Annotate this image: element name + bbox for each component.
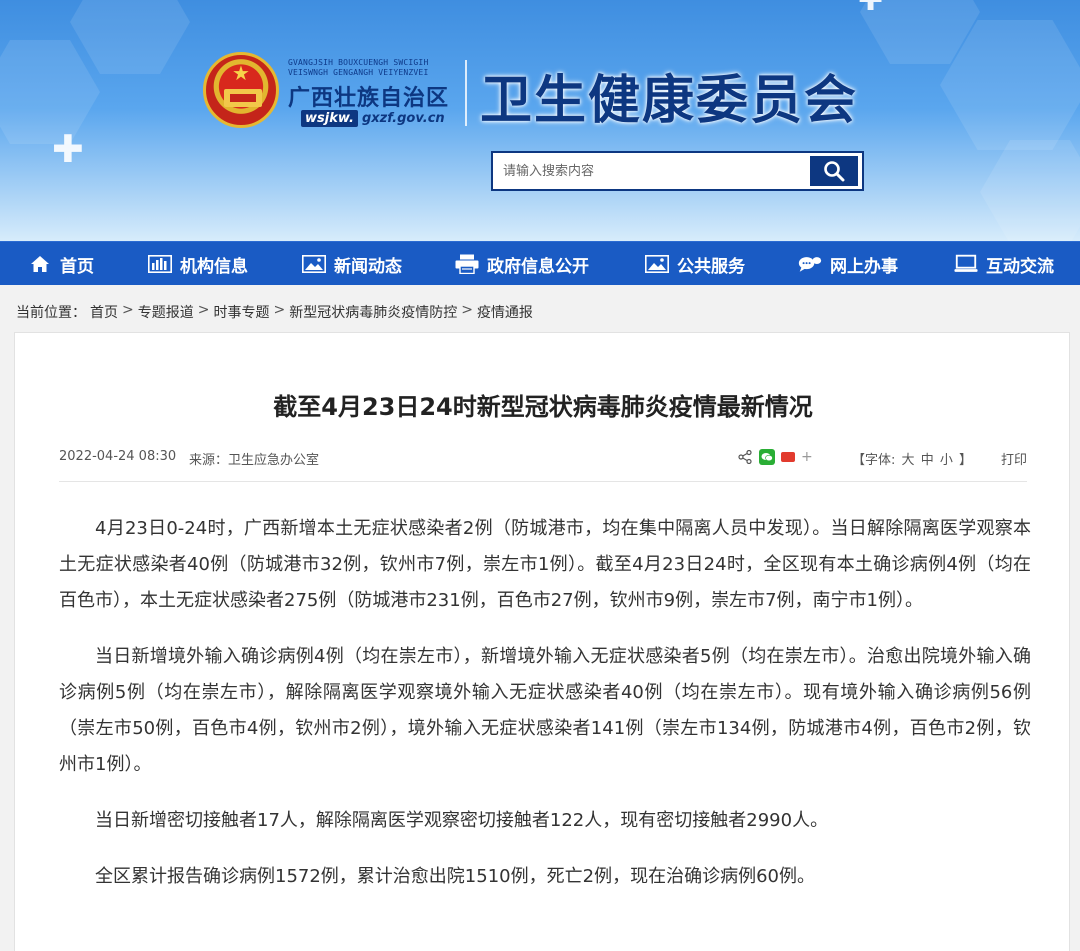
- nav-item-interaction[interactable]: 互动交流: [954, 242, 1054, 286]
- article-paragraph: 当日新增境外输入确诊病例4例（均在崇左市），新增境外输入无症状感染者5例（均在崇…: [59, 646, 1031, 775]
- search-button[interactable]: [810, 156, 858, 186]
- breadcrumb: 当前位置： 首页 > 专题报道 > 时事专题 > 新型冠状病毒肺炎疫情防控 > …: [16, 302, 533, 322]
- chat-icon: [798, 253, 822, 275]
- meta-divider: [59, 481, 1027, 482]
- article-card: 截至4月23日24时新型冠状病毒肺炎疫情最新情况 2022-04-24 08:3…: [14, 332, 1070, 951]
- decorative-hexagon: [70, 0, 190, 74]
- monitor-icon: [954, 253, 978, 275]
- nav-label: 互动交流: [986, 256, 1054, 277]
- nav-label: 机构信息: [180, 256, 248, 277]
- nav-item-public-service[interactable]: 公共服务: [645, 242, 745, 286]
- nav-item-online-service[interactable]: 网上办事: [798, 242, 898, 286]
- font-size-small-button[interactable]: 小: [940, 453, 953, 468]
- search-bar: [491, 151, 864, 191]
- header-banner: ✚ ✚ ★ GVANGJSIH BOUXCUENGH SWCIGIH VEISW…: [0, 0, 1080, 241]
- main-nav: 首页 机构信息 新闻动态 政府信息公开 公共服务 网上办事 互动交流: [0, 241, 1080, 285]
- article-title: 截至4月23日24时新型冠状病毒肺炎疫情最新情况: [273, 393, 813, 421]
- decorative-plus-icon: ✚: [858, 0, 884, 18]
- print-button[interactable]: 打印: [1001, 449, 1027, 468]
- breadcrumb-separator: >: [122, 302, 134, 318]
- nav-item-org-info[interactable]: 机构信息: [148, 242, 248, 286]
- nav-label: 首页: [60, 256, 94, 277]
- domain-suffix: gxzf.gov.cn: [361, 110, 445, 126]
- nav-item-gov-disclosure[interactable]: 政府信息公开: [455, 242, 589, 286]
- search-icon: [824, 161, 845, 182]
- search-input[interactable]: [493, 153, 810, 189]
- font-size-label-open: 【字体:: [852, 453, 896, 468]
- national-emblem-logo: ★: [203, 52, 279, 128]
- zhuang-line-1: GVANGJSIH BOUXCUENGH SWCIGIH: [288, 58, 429, 67]
- decorative-hexagon: [980, 140, 1080, 241]
- share-icon[interactable]: [737, 449, 753, 465]
- weibo-icon[interactable]: [781, 452, 795, 462]
- image-icon: [302, 253, 326, 275]
- font-size-control: 【字体: 大 中 小 】: [851, 449, 973, 468]
- font-size-large-button[interactable]: 大: [902, 453, 915, 468]
- nav-item-news[interactable]: 新闻动态: [302, 242, 402, 286]
- bar-chart-icon: [148, 253, 172, 275]
- article-meta: 2022-04-24 08:30 来源：卫生应急办公室 + 【字体: 大 中 小…: [59, 447, 1027, 469]
- breadcrumb-link-covid-prevention[interactable]: 新型冠状病毒肺炎疫情防控: [289, 302, 457, 322]
- more-share-icon[interactable]: +: [801, 449, 813, 465]
- article-body: 4月23日0-24时，广西新增本土无症状感染者2例（防城港市，均在集中隔离人员中…: [59, 511, 1031, 915]
- nav-label: 公共服务: [677, 256, 745, 277]
- picture-icon: [645, 253, 669, 275]
- nav-label: 政府信息公开: [487, 256, 589, 277]
- nav-item-home[interactable]: 首页: [28, 242, 94, 286]
- font-size-label-close: 】: [959, 453, 973, 468]
- breadcrumb-link-special-reports[interactable]: 专题报道: [138, 302, 194, 322]
- breadcrumb-separator: >: [461, 302, 473, 318]
- decorative-hexagon: [0, 40, 100, 144]
- header-divider: [465, 60, 467, 126]
- site-title: 卫生健康委员会: [480, 70, 859, 131]
- zhuang-language-name: GVANGJSIH BOUXCUENGH SWCIGIH VEISWNGH GE…: [288, 58, 458, 78]
- printer-icon: [455, 253, 479, 275]
- publish-date: 2022-04-24 08:30: [59, 449, 177, 464]
- wechat-icon[interactable]: [759, 449, 775, 465]
- share-buttons: +: [737, 449, 813, 465]
- home-icon: [28, 253, 52, 275]
- breadcrumb-link-home[interactable]: 首页: [90, 302, 118, 322]
- star-icon: ★: [232, 61, 250, 85]
- decorative-plus-icon: ✚: [52, 127, 84, 171]
- breadcrumb-link-current-topics[interactable]: 时事专题: [213, 302, 269, 322]
- nav-label: 网上办事: [830, 256, 898, 277]
- breadcrumb-separator: >: [273, 302, 286, 318]
- nav-label: 新闻动态: [334, 256, 402, 277]
- breadcrumb-prefix: 当前位置：: [16, 305, 86, 321]
- article-paragraph: 当日新增密切接触者17人，解除隔离医学观察密切接触者122人，现有密切接触者29…: [95, 810, 829, 831]
- article-paragraph: 4月23日0-24时，广西新增本土无症状感染者2例（防城港市，均在集中隔离人员中…: [59, 518, 1031, 611]
- breadcrumb-link-epidemic-report[interactable]: 疫情通报: [477, 302, 533, 322]
- domain-badge: wsjkw.: [301, 109, 358, 127]
- zhuang-line-2: VEISWNGH GENGANGH VEIYENZVEI: [288, 68, 429, 77]
- font-size-medium-button[interactable]: 中: [921, 453, 934, 468]
- domain-row: wsjkw. gxzf.gov.cn: [301, 107, 445, 129]
- gate-icon: [224, 89, 262, 107]
- breadcrumb-separator: >: [197, 302, 210, 318]
- article-source: 来源：卫生应急办公室: [189, 453, 320, 468]
- article-paragraph: 全区累计报告确诊病例1572例，累计治愈出院1510例，死亡2例，现在治确诊病例…: [95, 866, 815, 887]
